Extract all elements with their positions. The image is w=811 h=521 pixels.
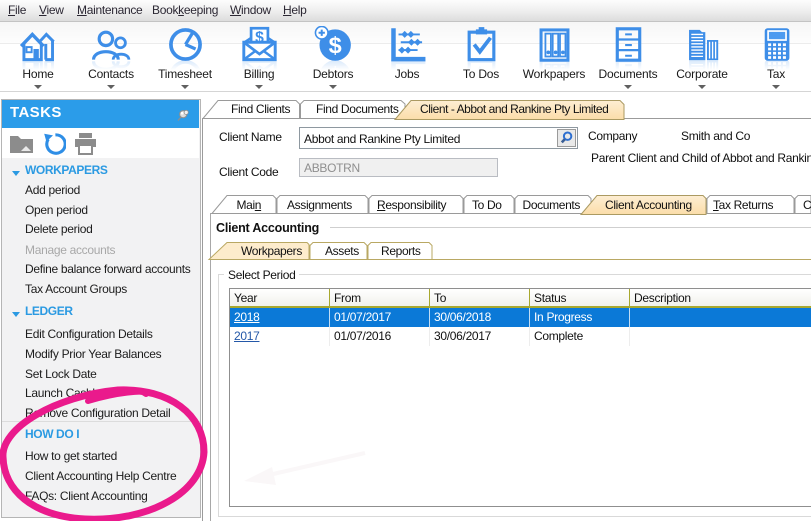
- svg-text:$: $: [328, 32, 341, 58]
